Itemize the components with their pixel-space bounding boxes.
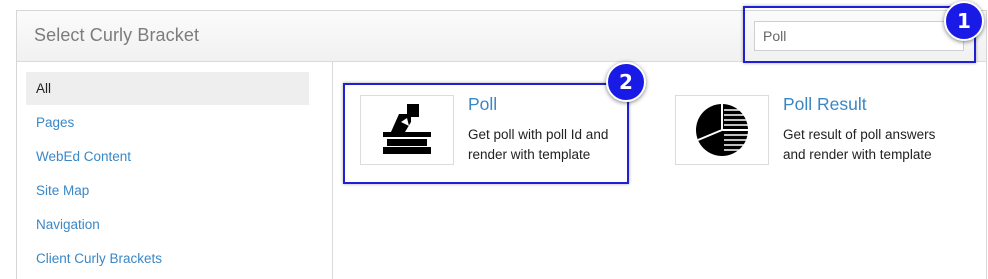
pie-chart-icon <box>696 104 749 156</box>
poll-callout-box <box>343 83 629 184</box>
sidebar-item-navigation[interactable]: Navigation <box>26 208 309 241</box>
sidebar-item-client-curly-brackets[interactable]: Client Curly Brackets <box>26 242 309 275</box>
panel-title: Select Curly Bracket <box>34 25 200 45</box>
poll-result-card-title[interactable]: Poll Result <box>783 94 867 115</box>
callout-badge-2: 2 <box>606 62 646 102</box>
poll-result-card[interactable]: Poll Result Get result of poll answers a… <box>675 94 975 167</box>
callout-badge-1: 1 <box>944 1 984 41</box>
poll-result-card-description: Get result of poll answers and render wi… <box>783 127 936 162</box>
sidebar-item-site-map[interactable]: Site Map <box>26 174 309 207</box>
sidebar-item-webed-content[interactable]: WebEd Content <box>26 140 309 173</box>
sidebar-item-all[interactable]: All <box>26 72 309 105</box>
category-sidebar: All Pages WebEd Content Site Map Navigat… <box>17 62 333 279</box>
poll-result-thumbnail[interactable] <box>675 95 769 165</box>
search-callout-box <box>743 6 976 63</box>
sidebar-item-pages[interactable]: Pages <box>26 106 309 139</box>
